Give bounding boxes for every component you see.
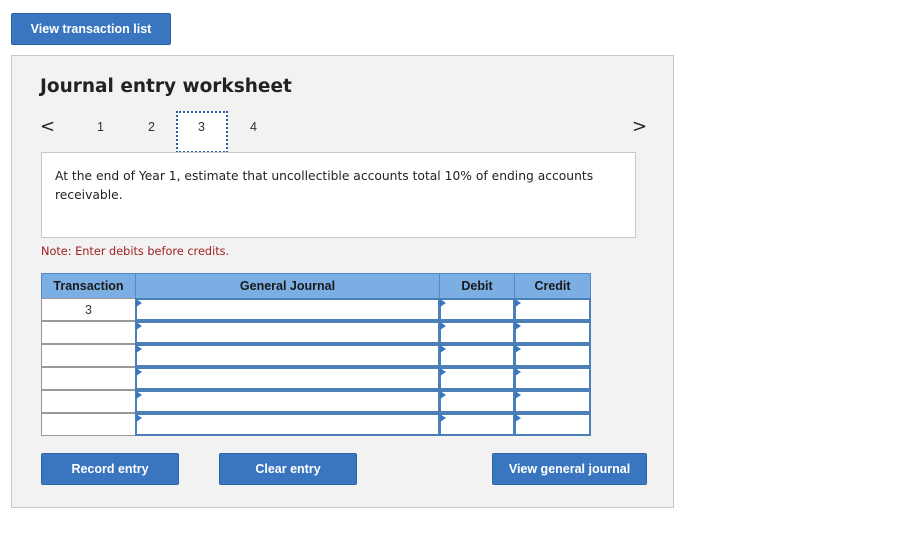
account-input[interactable] <box>135 344 440 367</box>
debit-input[interactable] <box>439 344 515 367</box>
page-3-label: 3 <box>198 120 205 134</box>
transaction-cell <box>41 344 136 367</box>
clear-entry-button[interactable]: Clear entry <box>219 453 357 485</box>
record-entry-button[interactable]: Record entry <box>41 453 179 485</box>
next-arrow-icon[interactable]: > <box>632 116 647 137</box>
credit-input[interactable] <box>514 298 591 321</box>
view-general-journal-button[interactable]: View general journal <box>492 453 647 485</box>
account-input[interactable] <box>135 298 440 321</box>
header-debit: Debit <box>439 273 515 299</box>
page-3-tab-current[interactable]: 3 <box>176 111 228 153</box>
account-input[interactable] <box>135 367 440 390</box>
credit-input[interactable] <box>514 413 591 436</box>
worksheet-title: Journal entry worksheet <box>40 76 292 97</box>
debit-input[interactable] <box>439 321 515 344</box>
debit-input[interactable] <box>439 390 515 413</box>
transaction-cell <box>41 390 136 413</box>
page-4-tab[interactable]: 4 <box>250 120 257 134</box>
account-input[interactable] <box>135 390 440 413</box>
journal-entry-table: Transaction General Journal Debit Credit… <box>41 273 591 437</box>
entry-note: Note: Enter debits before credits. <box>41 245 230 258</box>
transaction-cell: 3 <box>41 298 136 321</box>
header-credit: Credit <box>514 273 591 299</box>
debit-input[interactable] <box>439 298 515 321</box>
header-general-journal: General Journal <box>135 273 440 299</box>
transaction-description: At the end of Year 1, estimate that unco… <box>41 152 636 238</box>
credit-input[interactable] <box>514 367 591 390</box>
account-input[interactable] <box>135 321 440 344</box>
header-transaction: Transaction <box>41 273 136 299</box>
credit-input[interactable] <box>514 344 591 367</box>
page-1-tab[interactable]: 1 <box>97 120 104 134</box>
account-input[interactable] <box>135 413 440 436</box>
credit-input[interactable] <box>514 390 591 413</box>
credit-input[interactable] <box>514 321 591 344</box>
transaction-cell <box>41 321 136 344</box>
debit-input[interactable] <box>439 413 515 436</box>
debit-input[interactable] <box>439 367 515 390</box>
view-transaction-list-button[interactable]: View transaction list <box>11 13 171 45</box>
page-2-tab[interactable]: 2 <box>148 120 155 134</box>
journal-entry-worksheet-panel: Journal entry worksheet < 1 2 3 4 > At t… <box>11 55 674 508</box>
transaction-cell <box>41 413 136 436</box>
transaction-cell <box>41 367 136 390</box>
prev-arrow-icon[interactable]: < <box>40 116 55 137</box>
